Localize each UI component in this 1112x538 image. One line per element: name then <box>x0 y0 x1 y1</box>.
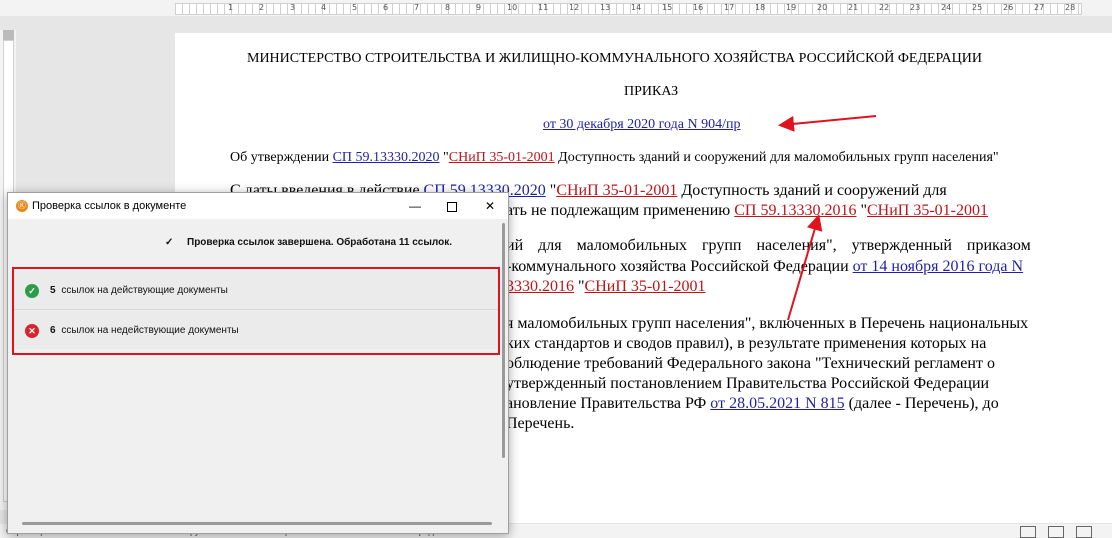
invalid-count: 6 <box>50 325 56 336</box>
valid-label: ссылок на действующие документы <box>61 285 228 296</box>
vertical-scrollbar[interactable] <box>502 223 505 458</box>
read-mode-icon[interactable] <box>1020 526 1036 538</box>
dialog-title: Проверка ссылок в документе <box>32 200 187 212</box>
ruler-number: 12 <box>569 3 580 12</box>
ruler-number: 20 <box>817 3 828 12</box>
valid-links-text: 5 ссылок на действующие документы <box>50 285 228 296</box>
body-line-2: ать не подлежащим применению СП 59.13330… <box>506 202 988 220</box>
ruler-number: 19 <box>786 3 797 12</box>
order-2016-link[interactable]: от 14 ноября 2016 года N <box>853 258 1023 275</box>
ruler-number: 1 <box>228 3 234 12</box>
ruler-number: 17 <box>724 3 735 12</box>
ruler-number: 7 <box>414 3 420 12</box>
sp-2020-link[interactable]: СП 59.13330.2020 <box>333 150 440 165</box>
ruler-number: 11 <box>538 3 549 12</box>
ruler-number: 23 <box>910 3 921 12</box>
body-line-5: 3330.2016 "СНиП 35-01-2001 <box>506 278 706 296</box>
ruler-number: 14 <box>631 3 642 12</box>
dialog-titlebar[interactable]: Ⓚ Проверка ссылок в документе — ✕ <box>8 193 508 219</box>
body-line-7: ких стандартов и сводов правил), в резул… <box>506 335 987 352</box>
quote: " <box>574 278 585 295</box>
invalid-links-text: 6 ссылок на недействующие документы <box>50 325 239 336</box>
quote: " <box>856 202 867 219</box>
body-line-3: ий для маломобильных групп населения", у… <box>506 237 1031 254</box>
link-check-dialog: Ⓚ Проверка ссылок в документе — ✕ ✓ Прове… <box>7 192 509 534</box>
ruler-number: 6 <box>383 3 389 12</box>
results-highlight-box: ✓ 5 ссылок на действующие документы ✕ 6 … <box>12 267 500 355</box>
snip-link[interactable]: СНиП 35-01-2001 <box>449 150 555 165</box>
ruler-number: 28 <box>1065 3 1076 12</box>
minimize-button[interactable]: — <box>405 196 425 216</box>
snip-link[interactable]: СНиП 35-01-2001 <box>867 202 988 219</box>
body-line-11: Перечень. <box>506 415 575 432</box>
ruler-number: 18 <box>755 3 766 12</box>
check-complete-text: Проверка ссылок завершена. Обработана 11… <box>187 237 452 248</box>
ruler-number: 9 <box>476 3 482 12</box>
ruler-number: 8 <box>445 3 451 12</box>
text: ать не подлежащим применению <box>506 202 735 219</box>
text: Доступность зданий и сооружений для <box>677 182 947 199</box>
order-date-link[interactable]: от 30 декабря 2020 года N 904/пр <box>543 117 740 133</box>
decree-2021-link[interactable]: от 28.05.2021 N 815 <box>710 395 844 412</box>
valid-count: 5 <box>50 285 56 296</box>
quote: " <box>439 150 449 165</box>
body-line-8: облюдение требований Федерального закона… <box>506 355 995 372</box>
approve-suffix: Доступность зданий и сооружений для мало… <box>554 150 999 165</box>
horizontal-scrollbar[interactable] <box>22 522 492 525</box>
invalid-links-row[interactable]: ✕ 6 ссылок на недействующие документы <box>14 311 498 349</box>
ruler-number: 26 <box>1003 3 1014 12</box>
sp-2016-link[interactable]: 3330.2016 <box>506 278 574 295</box>
body-line-10: ановление Правительства РФ от 28.05.2021… <box>506 395 999 413</box>
ruler-number: 24 <box>941 3 952 12</box>
ruler-number: 2 <box>259 3 265 12</box>
view-buttons <box>1020 526 1092 538</box>
ruler-number: 25 <box>972 3 983 12</box>
horizontal-ruler[interactable]: 1 2 3 4 5 6 7 8 9 10 11 12 13 14 15 16 17 18 19 20 21 22 23 24 2… <box>0 0 1112 16</box>
ruler-number: 22 <box>879 3 890 12</box>
valid-check-icon: ✓ <box>25 284 39 298</box>
print-layout-icon[interactable] <box>1048 526 1064 538</box>
snip-link[interactable]: СНиП 35-01-2001 <box>585 278 706 295</box>
quote: " <box>545 182 557 199</box>
check-icon: ✓ <box>165 237 174 248</box>
text: ановление Правительства РФ <box>506 395 711 412</box>
approve-prefix: Об утверждении <box>230 150 333 165</box>
ruler-number: 21 <box>848 3 859 12</box>
body-line-6: я маломобильных групп населения", включе… <box>506 315 1029 332</box>
ruler-number: 4 <box>321 3 327 12</box>
ruler-number: 16 <box>693 3 704 12</box>
web-layout-icon[interactable] <box>1076 526 1092 538</box>
ruler-number: 5 <box>352 3 358 12</box>
invalid-label: ссылок на недействующие документы <box>61 325 239 336</box>
sp-2016-link[interactable]: СП 59.13330.2016 <box>734 202 856 219</box>
text: (далее - Перечень), до <box>844 395 999 412</box>
ruler-number: 27 <box>1034 3 1045 12</box>
ministry-heading: МИНИСТЕРСТВО СТРОИТЕЛЬСТВА И ЖИЛИЩНО-КОМ… <box>247 51 982 66</box>
invalid-cross-icon: ✕ <box>25 324 39 338</box>
order-heading: ПРИКАЗ <box>624 84 679 99</box>
body-line-4: -коммунального хозяйства Российской Феде… <box>506 258 1023 276</box>
check-complete-message: ✓ Проверка ссылок завершена. Обработана 1… <box>165 237 452 248</box>
body-line-9: утвержденный постановлением Правительств… <box>506 375 990 392</box>
ruler-number: 13 <box>600 3 611 12</box>
maximize-button[interactable] <box>442 196 462 216</box>
snip-link[interactable]: СНиП 35-01-2001 <box>556 182 677 199</box>
ruler-number: 3 <box>290 3 296 12</box>
ruler-number: 10 <box>507 3 518 12</box>
close-button[interactable]: ✕ <box>480 196 500 216</box>
valid-links-row[interactable]: ✓ 5 ссылок на действующие документы <box>14 271 498 310</box>
maximize-icon <box>447 201 457 212</box>
approve-line: Об утверждении СП 59.13330.2020 "СНиП 35… <box>230 150 999 166</box>
text: -коммунального хозяйства Российской Феде… <box>506 258 853 275</box>
ruler-number: 15 <box>662 3 673 12</box>
app-icon: Ⓚ <box>16 200 28 212</box>
